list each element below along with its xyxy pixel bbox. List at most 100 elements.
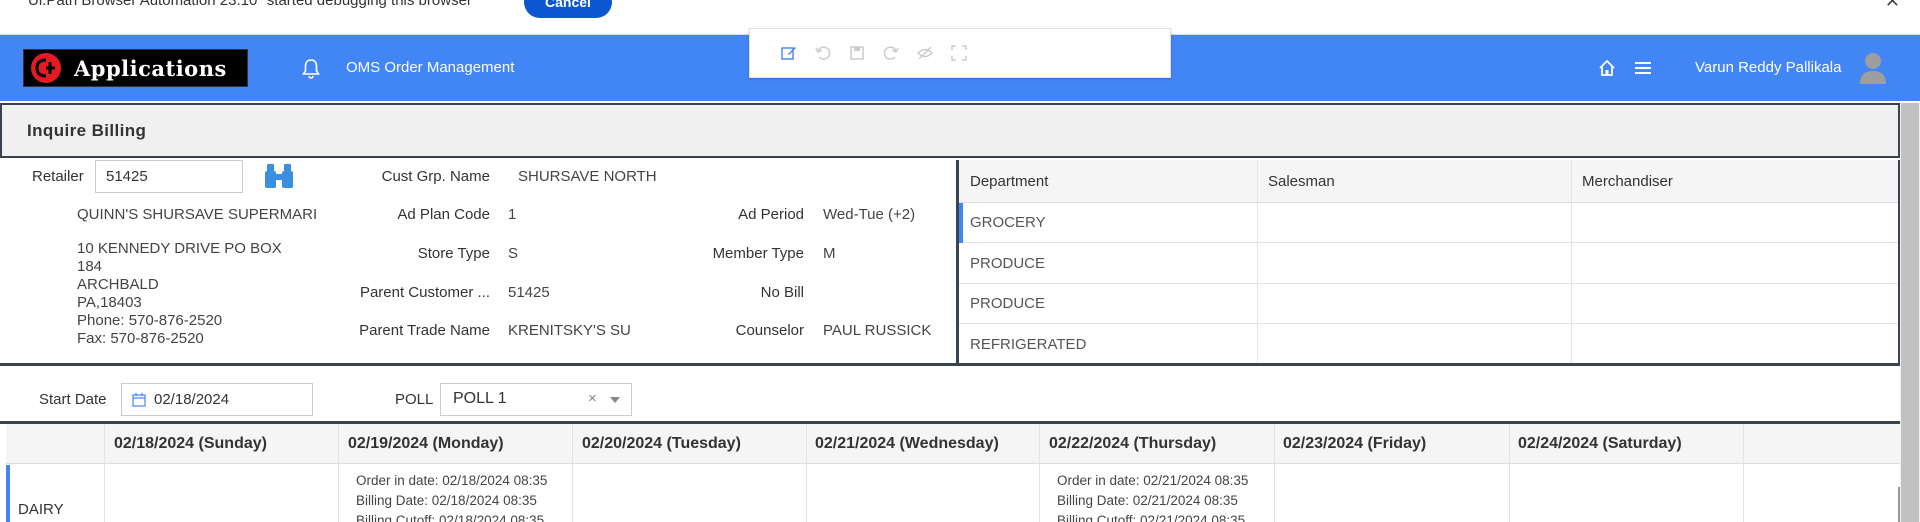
column-header-sunday: 02/18/2024 (Sunday) bbox=[114, 435, 267, 452]
order-in-date-text: Order in date: 02/18/2024 08:35 bbox=[356, 473, 548, 488]
column-header-wednesday: 02/21/2024 (Wednesday) bbox=[815, 435, 999, 452]
department-grid: Department Salesman Merchandiser GROCERY… bbox=[959, 160, 1900, 363]
address-state-zip: PA,18403 bbox=[77, 294, 142, 311]
column-divider bbox=[572, 424, 573, 522]
user-name[interactable]: Varun Reddy Pallikala bbox=[1695, 59, 1841, 76]
address-line2: 184 bbox=[77, 258, 103, 275]
home-icon[interactable] bbox=[1596, 57, 1618, 79]
app-logo[interactable]: Applications bbox=[23, 49, 248, 87]
debug-banner-text: Ui.Path Browser Automation 23.10" starte… bbox=[28, 0, 472, 9]
store-type-value: S bbox=[508, 245, 519, 262]
app-root: Ui.Path Browser Automation 23.10" starte… bbox=[0, 0, 1920, 522]
billing-calendar-grid: 02/18/2024 (Sunday) 02/19/2024 (Monday) … bbox=[6, 424, 1900, 522]
retailer-info-panel: Retailer QUINN'S SHURSAVE SUPERMARI 10 K… bbox=[0, 160, 958, 362]
hide-icon[interactable] bbox=[916, 44, 934, 62]
billing-date-text: Billing Date: 02/21/2024 08:35 bbox=[1057, 493, 1238, 508]
cust-grp-label: Cust Grp. Name bbox=[381, 168, 490, 185]
department-cell: REFRIGERATED bbox=[970, 336, 1087, 353]
counselor-value: PAUL RUSSICK bbox=[823, 322, 932, 339]
column-header-department[interactable]: Department bbox=[970, 173, 1048, 190]
column-header-monday: 02/19/2024 (Monday) bbox=[348, 435, 504, 452]
page-title-bar: Inquire Billing bbox=[0, 103, 1900, 158]
filter-bar: Start Date 02/18/2024 POLL POLL 1 × bbox=[0, 366, 1900, 422]
column-divider bbox=[338, 424, 339, 522]
member-type-label: Member Type bbox=[712, 245, 804, 262]
expand-icon[interactable] bbox=[950, 44, 968, 62]
column-divider bbox=[104, 424, 105, 522]
retailer-input[interactable] bbox=[95, 160, 243, 193]
parent-customer-label: Parent Customer ... bbox=[359, 284, 490, 301]
row-selection-indicator bbox=[959, 203, 963, 243]
binoculars-icon[interactable] bbox=[263, 162, 295, 190]
table-row[interactable]: GROCERY bbox=[959, 203, 1898, 243]
parent-trade-label: Parent Trade Name bbox=[359, 322, 490, 339]
cust-grp-value: SHURSAVE NORTH bbox=[518, 168, 657, 185]
cancel-debugging-button[interactable]: Cancel bbox=[524, 0, 612, 18]
clear-icon[interactable]: × bbox=[588, 390, 597, 407]
poll-value: POLL 1 bbox=[453, 390, 507, 407]
edit-icon[interactable] bbox=[780, 44, 798, 62]
calendar-header: 02/18/2024 (Sunday) 02/19/2024 (Monday) … bbox=[6, 424, 1900, 464]
column-divider bbox=[1509, 424, 1510, 522]
table-row[interactable]: PRODUCE bbox=[959, 284, 1898, 324]
app-header: Applications OMS Order Management Varun … bbox=[0, 28, 1920, 101]
column-header-tuesday: 02/20/2024 (Tuesday) bbox=[582, 435, 741, 452]
poll-select[interactable]: POLL 1 × bbox=[440, 383, 632, 416]
column-divider bbox=[1571, 160, 1572, 363]
page-title: Inquire Billing bbox=[27, 121, 147, 140]
parent-trade-value: KRENITSKY'S SU bbox=[508, 322, 631, 339]
start-date-input[interactable]: 02/18/2024 bbox=[121, 383, 313, 416]
department-cell: PRODUCE bbox=[970, 295, 1046, 312]
chevron-down-icon[interactable] bbox=[610, 397, 620, 403]
column-divider bbox=[1274, 424, 1275, 522]
undo-icon[interactable] bbox=[814, 44, 832, 62]
department-grid-header: Department Salesman Merchandiser bbox=[959, 160, 1898, 203]
column-header-salesman[interactable]: Salesman bbox=[1268, 173, 1335, 190]
start-date-value: 02/18/2024 bbox=[154, 391, 230, 408]
billing-cutoff-text: Billing Cutoff: 02/18/2024 08:35 bbox=[356, 513, 545, 522]
column-divider bbox=[806, 424, 807, 522]
column-divider bbox=[1743, 424, 1744, 522]
redo-icon[interactable] bbox=[882, 44, 900, 62]
store-type-label: Store Type bbox=[417, 245, 490, 262]
address-line1: 10 KENNEDY DRIVE PO BOX bbox=[77, 240, 282, 257]
calendar-icon[interactable] bbox=[132, 392, 146, 407]
save-icon[interactable] bbox=[848, 44, 866, 62]
grid-scrollbar[interactable] bbox=[1898, 487, 1900, 522]
calendar-department-cell[interactable]: DAIRY bbox=[18, 501, 64, 518]
order-in-date-text: Order in date: 02/21/2024 08:35 bbox=[1057, 473, 1249, 488]
phone-text: Phone: 570-876-2520 bbox=[77, 312, 223, 329]
page-scrollbar-thumb[interactable] bbox=[1901, 103, 1919, 522]
poll-label: POLL bbox=[395, 391, 434, 408]
table-row[interactable]: PRODUCE bbox=[959, 244, 1898, 284]
retailer-name: QUINN'S SHURSAVE SUPERMARI bbox=[77, 206, 318, 223]
column-divider bbox=[1257, 160, 1258, 363]
department-cell: GROCERY bbox=[970, 214, 1046, 231]
close-icon[interactable]: ✕ bbox=[1885, 0, 1900, 12]
counselor-label: Counselor bbox=[735, 322, 804, 339]
edit-toolbar bbox=[749, 28, 1171, 78]
column-header-friday: 02/23/2024 (Friday) bbox=[1283, 435, 1427, 452]
menu-icon[interactable] bbox=[1633, 59, 1655, 77]
member-type-value: M bbox=[823, 245, 836, 262]
logo-text: Applications bbox=[74, 55, 227, 81]
ad-period-label: Ad Period bbox=[738, 206, 804, 223]
ad-period-value: Wed-Tue (+2) bbox=[823, 206, 916, 223]
column-divider bbox=[1039, 424, 1040, 522]
ad-plan-label: Ad Plan Code bbox=[397, 206, 490, 223]
avatar-icon[interactable] bbox=[1858, 50, 1888, 84]
logo-mark-icon bbox=[31, 53, 61, 83]
row-selection-indicator bbox=[6, 465, 10, 522]
address-city: ARCHBALD bbox=[77, 276, 159, 293]
app-name: OMS Order Management bbox=[346, 59, 515, 76]
retailer-label: Retailer bbox=[32, 168, 84, 185]
billing-cutoff-text: Billing Cutoff: 02/21/2024 08:35 bbox=[1057, 513, 1246, 522]
no-bill-label: No Bill bbox=[760, 284, 804, 301]
table-row[interactable]: REFRIGERATED bbox=[959, 325, 1898, 365]
parent-customer-value: 51425 bbox=[508, 284, 550, 301]
column-header-merchandiser[interactable]: Merchandiser bbox=[1582, 173, 1673, 190]
ad-plan-value: 1 bbox=[508, 206, 517, 223]
bell-icon[interactable] bbox=[299, 57, 323, 81]
column-header-saturday: 02/24/2024 (Saturday) bbox=[1518, 435, 1682, 452]
start-date-label: Start Date bbox=[39, 391, 107, 408]
